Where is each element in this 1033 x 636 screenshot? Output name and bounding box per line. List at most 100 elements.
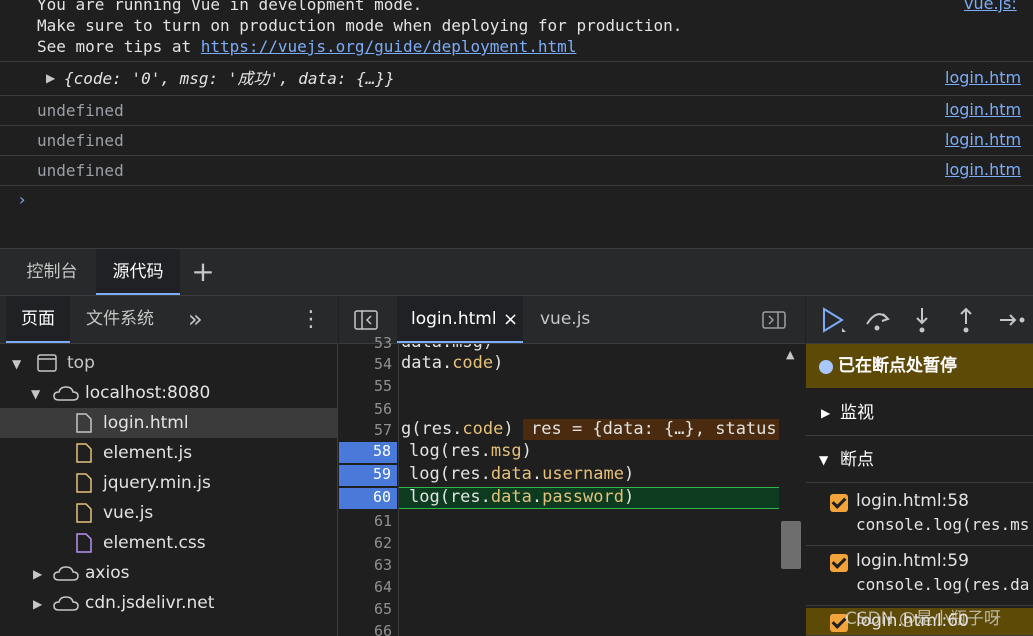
tree-item-element-js[interactable]: element.js <box>0 438 337 468</box>
console-object-row[interactable]: ▶ {code: '0', msg: '成功', data: {…}} logi… <box>0 62 1033 96</box>
breakpoint-code: console.log(res.ms <box>856 515 1030 534</box>
expanded-triangle-icon[interactable]: ▼ <box>819 437 828 483</box>
tab-filesystem[interactable]: 文件系统 <box>86 296 154 343</box>
breakpoint-item[interactable]: login.html:59 console.log(res.da <box>806 548 1033 606</box>
navigator-tabbar: 页面 文件系统 » ⋮ <box>0 296 338 344</box>
tree-item-cdn[interactable]: ▶ cdn.jsdelivr.net <box>0 588 337 618</box>
expanded-triangle-icon[interactable]: ▼ <box>31 379 40 409</box>
collapsed-triangle-icon[interactable]: ▶ <box>33 559 42 589</box>
step-icon[interactable] <box>996 304 1028 336</box>
console-source-link[interactable]: vue.js: <box>964 0 1033 13</box>
tree-item-localhost[interactable]: ▼ localhost:8080 <box>0 378 337 408</box>
tree-item-label: cdn.jsdelivr.net <box>85 593 215 613</box>
editor-tab-login-html[interactable]: login.html × <box>397 296 523 343</box>
step-over-icon[interactable] <box>861 304 893 336</box>
breakpoint-item[interactable]: login.html:58 console.log(res.ms <box>806 488 1033 546</box>
add-tab-button[interactable]: + <box>188 249 218 295</box>
cloud-icon <box>53 386 79 401</box>
code-area[interactable]: data.msg) data.code) g(res.code) res = {… <box>339 344 779 636</box>
console-undefined-text: undefined <box>37 131 124 150</box>
section-breakpoints[interactable]: ▼ 断点 <box>806 437 1033 483</box>
scroll-up-icon[interactable]: ▲ <box>786 348 794 361</box>
breakpoint-checkbox[interactable] <box>830 554 848 572</box>
code-line: data.msg) <box>401 344 493 352</box>
step-out-icon[interactable] <box>950 304 982 336</box>
tree-item-label: login.html <box>103 413 189 433</box>
close-icon[interactable]: × <box>503 296 518 343</box>
console-row: undefined login.htm <box>0 126 1033 156</box>
editor-tab-label: login.html <box>411 309 497 329</box>
tab-sources[interactable]: 源代码 <box>96 249 180 295</box>
tree-item-top[interactable]: ▼ top <box>0 348 337 378</box>
frame-icon <box>37 354 57 372</box>
debugger-toolbar <box>806 296 1033 344</box>
script-file-icon <box>76 473 92 493</box>
console-source-link[interactable]: login.htm <box>945 100 1033 119</box>
sources-navigator: 页面 文件系统 » ⋮ ▼ top ▼ localhost:8080 login… <box>0 296 338 636</box>
console-undefined-text: undefined <box>37 161 124 180</box>
console-prompt-icon[interactable]: › <box>19 190 25 209</box>
code-line: data.code) <box>401 353 504 373</box>
tree-item-label: vue.js <box>103 503 154 523</box>
console-undefined-text: undefined <box>37 101 124 120</box>
tree-item-label: element.js <box>103 443 193 463</box>
code-editor: login.html × vue.js 53 54 55 56 57 58 59… <box>339 296 805 636</box>
tree-item-label: top <box>67 353 95 373</box>
breakpoint-code: console.log(res.da <box>856 575 1030 594</box>
code-line: log(res.data.password) <box>409 487 635 507</box>
more-options-icon[interactable]: ⋮ <box>300 296 322 343</box>
editor-tab-vue-js[interactable]: vue.js <box>540 296 590 343</box>
editor-scrollbar[interactable]: ▲ <box>779 344 805 636</box>
expanded-triangle-icon[interactable]: ▼ <box>12 349 21 379</box>
watermark: CSDN @是小瓶子呀 <box>845 609 1001 629</box>
console-text: See more tips at https://vuejs.org/guide… <box>37 36 576 57</box>
collapsed-triangle-icon[interactable]: ▶ <box>821 390 830 436</box>
console-message-vue: You are running Vue in development mode.… <box>0 0 1033 62</box>
more-tabs-icon[interactable]: » <box>188 296 203 343</box>
expand-triangle-icon[interactable]: ▶ <box>46 71 55 85</box>
section-watch[interactable]: ▶ 监视 <box>806 390 1033 436</box>
console-panel: You are running Vue in development mode.… <box>0 0 1033 248</box>
editor-tabbar: login.html × vue.js <box>339 296 805 344</box>
breakpoint-location: login.html:59 <box>856 551 969 571</box>
cloud-icon <box>53 596 79 611</box>
section-breakpoints-label: 断点 <box>840 450 874 470</box>
script-file-icon <box>76 503 92 523</box>
debugger-sidebar: 已在断点处暂停 ▶ 监视 ▼ 断点 login.html:58 console.… <box>806 296 1033 636</box>
tree-item-label: localhost:8080 <box>85 383 211 403</box>
toggle-navigator-icon[interactable] <box>354 310 378 330</box>
console-object-text: {code: '0', msg: '成功', data: {…}} <box>64 69 395 88</box>
breakpoint-checkbox[interactable] <box>830 494 848 512</box>
info-icon <box>819 360 833 374</box>
console-text: Make sure to turn on production mode whe… <box>37 16 683 35</box>
tree-item-element-css[interactable]: element.css <box>0 528 337 558</box>
toggle-debugger-icon[interactable] <box>762 311 786 329</box>
tree-item-jquery[interactable]: jquery.min.js <box>0 468 337 498</box>
collapsed-triangle-icon[interactable]: ▶ <box>33 589 42 619</box>
step-into-icon[interactable] <box>906 304 938 336</box>
tree-item-label: element.css <box>103 533 206 553</box>
code-line: log(res.data.username) <box>409 464 635 484</box>
paused-label: 已在断点处暂停 <box>838 356 957 376</box>
section-watch-label: 监视 <box>840 403 874 423</box>
console-source-link[interactable]: login.htm <box>945 130 1033 149</box>
tree-item-login-html[interactable]: login.html <box>0 408 337 438</box>
script-file-icon <box>76 443 92 463</box>
editor-scrollbar-thumb[interactable] <box>781 521 801 569</box>
tab-page[interactable]: 页面 <box>6 296 70 343</box>
resume-icon[interactable] <box>818 304 850 336</box>
tree-item-vue-js[interactable]: vue.js <box>0 498 337 528</box>
console-source-link[interactable]: login.htm <box>945 160 1033 179</box>
tree-item-label: axios <box>85 563 130 583</box>
drawer-tabbar: 控制台 源代码 + <box>0 248 1033 296</box>
console-source-link[interactable]: login.htm <box>945 68 1033 87</box>
tree-item-label: jquery.min.js <box>103 473 211 493</box>
code-line: g(res.code) <box>401 419 514 439</box>
tree-item-axios[interactable]: ▶ axios <box>0 558 337 588</box>
deployment-link[interactable]: https://vuejs.org/guide/deployment.html <box>201 37 577 56</box>
stylesheet-file-icon <box>76 533 92 553</box>
cloud-icon <box>53 566 79 581</box>
tab-console[interactable]: 控制台 <box>12 249 92 295</box>
code-line: log(res.msg) <box>409 441 532 461</box>
breakpoint-location: login.html:58 <box>856 491 969 511</box>
